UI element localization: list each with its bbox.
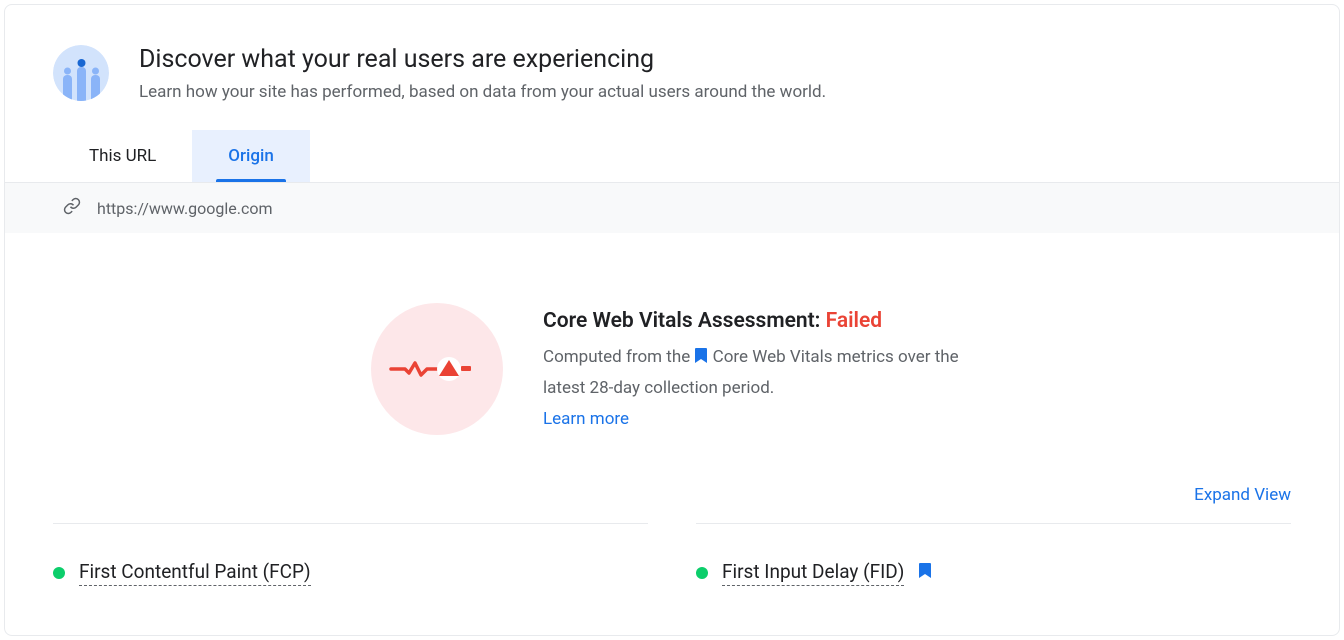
metric-fcp[interactable]: First Contentful Paint (FCP): [53, 560, 648, 586]
expand-view-link[interactable]: Expand View: [1194, 485, 1291, 505]
assessment-title: Core Web Vitals Assessment: Failed: [543, 309, 973, 333]
url-text: https://www.google.com: [97, 199, 273, 218]
link-icon: [63, 197, 81, 219]
learn-more-link[interactable]: Learn more: [543, 409, 629, 429]
metrics-grid: First Contentful Paint (FCP) First Input…: [5, 523, 1339, 586]
assessment-text: Core Web Vitals Assessment: Failed Compu…: [543, 309, 973, 429]
metric-column-right: First Input Delay (FID): [696, 523, 1291, 586]
bookmark-icon: [918, 563, 932, 583]
expand-row: Expand View: [5, 485, 1339, 523]
assessment-section: Core Web Vitals Assessment: Failed Compu…: [5, 233, 1339, 485]
page-container: Discover what your real users are experi…: [4, 4, 1340, 636]
vitals-failed-icon: [371, 303, 503, 435]
header: Discover what your real users are experi…: [5, 5, 1339, 102]
url-bar: https://www.google.com: [5, 183, 1339, 233]
crux-logo-icon: [53, 45, 109, 101]
tab-this-url[interactable]: This URL: [53, 130, 192, 182]
status-dot-good-icon: [53, 567, 65, 579]
assessment-description: Computed from the Core Web Vitals metric…: [543, 343, 973, 403]
assessment-title-prefix: Core Web Vitals Assessment:: [543, 309, 826, 333]
metric-fid[interactable]: First Input Delay (FID): [696, 560, 1291, 586]
metric-column-left: First Contentful Paint (FCP): [53, 523, 648, 586]
tabs: This URL Origin: [5, 130, 1339, 183]
status-dot-good-icon: [696, 567, 708, 579]
header-text: Discover what your real users are experi…: [139, 45, 826, 102]
page-title: Discover what your real users are experi…: [139, 45, 826, 74]
bookmark-icon: [694, 345, 708, 374]
assessment-status: Failed: [826, 309, 883, 333]
tab-origin[interactable]: Origin: [192, 130, 310, 182]
metric-fid-label: First Input Delay (FID): [722, 560, 904, 586]
page-subtitle: Learn how your site has performed, based…: [139, 82, 826, 102]
assessment-desc-part1: Computed from the: [543, 347, 694, 367]
metric-fcp-label: First Contentful Paint (FCP): [79, 560, 311, 586]
